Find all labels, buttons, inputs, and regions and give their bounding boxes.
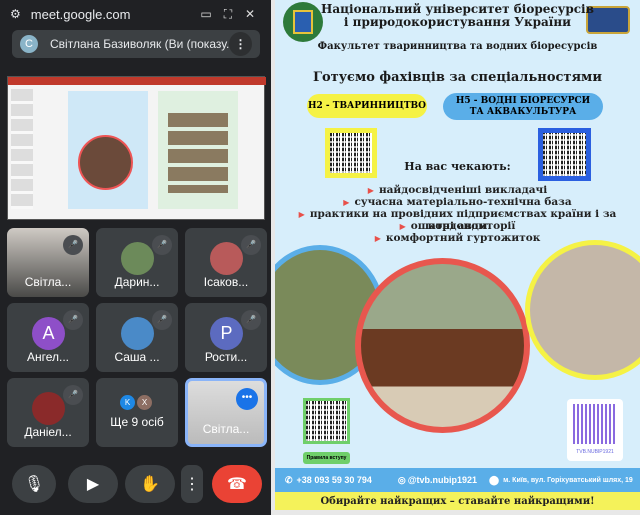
avatar: С bbox=[20, 35, 38, 53]
instagram-qr-card: TVB.NUBIP1921 bbox=[567, 399, 623, 461]
participant-avatar bbox=[121, 317, 154, 350]
presenter-bar[interactable]: С Світлана Базиволяк (Ви (показу... ⋮ bbox=[12, 30, 260, 58]
participant-tile[interactable]: 🎤 Дарин... bbox=[96, 228, 178, 297]
bullet-text: сучасна матеріально-технічна база bbox=[354, 196, 572, 208]
participant-name: Даніел... bbox=[24, 425, 72, 439]
slogan: Обирайте найкращих – ставайте найкращими… bbox=[275, 492, 640, 510]
mic-off-icon: 🎤 bbox=[152, 310, 172, 330]
participant-name: Світла... bbox=[24, 275, 72, 289]
microphone-button[interactable]: 🎙 bbox=[12, 465, 56, 503]
participant-name: Світла... bbox=[202, 422, 250, 436]
location-pin-icon: ⬤ bbox=[489, 474, 500, 485]
participant-avatar bbox=[32, 392, 65, 425]
bullet-item: ▶ ошатні авдиторії bbox=[399, 220, 516, 232]
participant-tile[interactable]: P 🎤 Рости... bbox=[185, 303, 267, 372]
video-camera-icon: ▶ bbox=[86, 476, 100, 493]
bullet-text: комфортний гуртожиток bbox=[385, 232, 541, 244]
shared-screen bbox=[7, 76, 266, 220]
participant-avatar: A bbox=[32, 317, 65, 350]
site-settings-icon[interactable]: ⚙ bbox=[10, 7, 21, 21]
participant-name: Рости... bbox=[204, 350, 248, 364]
instagram-qr-label: TVB.NUBIP1921 bbox=[576, 449, 614, 455]
mic-off-icon: 🎤 bbox=[241, 235, 261, 255]
raise-hand-button[interactable]: ✋ bbox=[125, 465, 175, 503]
qr-code-h5 bbox=[538, 128, 591, 181]
hang-up-icon: ☎ bbox=[227, 476, 247, 493]
shared-poster: Національний університет біоресурсів і пр… bbox=[275, 0, 640, 510]
contact-bar: ✆ +38 093 59 30 794 ◎ @tvb.nubip1921 ⬤ м. К… bbox=[275, 468, 640, 492]
bullet-text: ошатні авдиторії bbox=[410, 220, 516, 232]
mic-off-icon: 🎤 bbox=[63, 235, 83, 255]
participant-tile[interactable]: 🎤 Ісаков... bbox=[185, 228, 267, 297]
qr-code-rules bbox=[303, 398, 350, 444]
more-options-icon[interactable]: ••• bbox=[236, 388, 258, 410]
more-vert-icon: ⋮ bbox=[184, 476, 200, 493]
more-options-button[interactable]: ⋮ bbox=[181, 465, 203, 503]
instagram-handle: @tvb.nubip1921 bbox=[407, 475, 478, 485]
participant-avatar: X bbox=[137, 395, 152, 410]
lab-photo bbox=[525, 240, 640, 380]
mic-off-icon: 🎤 bbox=[63, 385, 83, 405]
close-icon[interactable]: ✕ bbox=[239, 7, 261, 21]
instagram-icon: ◎ bbox=[397, 474, 406, 485]
presenter-label: Світлана Базиволяк (Ви (показу... bbox=[50, 37, 229, 51]
bullet-item: ▶ сучасна матеріально-технічна база bbox=[343, 196, 572, 208]
participant-name: Ще 9 осіб bbox=[110, 415, 164, 429]
participant-tile[interactable]: 🎤 Саша ... bbox=[96, 303, 178, 372]
camera-button[interactable]: ▶ bbox=[68, 465, 118, 503]
phone-icon: ✆ bbox=[285, 474, 293, 485]
participant-tile[interactable]: ••• Світла... bbox=[185, 378, 267, 447]
participant-avatar bbox=[121, 242, 154, 275]
mic-off-icon: 🎤 bbox=[241, 310, 261, 330]
meet-panel: ⚙ meet.google.com ▭ ⛶ ✕ С Світлана Базив… bbox=[0, 0, 271, 515]
university-title: Національний університет біоресурсів і пр… bbox=[275, 3, 640, 29]
participant-name: Ісаков... bbox=[203, 275, 249, 289]
participant-avatar: K bbox=[120, 395, 135, 410]
participant-avatar bbox=[210, 242, 243, 275]
bullet-item: ▶ найдосвідченіші викладачі bbox=[367, 184, 548, 196]
pip-icon[interactable]: ⛶ bbox=[217, 7, 239, 22]
participant-tile[interactable]: 🎤 Світла... bbox=[7, 228, 89, 297]
participant-tile[interactable]: A 🎤 Ангел... bbox=[7, 303, 89, 372]
participant-tile[interactable]: 🎤 Даніел... bbox=[7, 378, 89, 447]
leave-call-button[interactable]: ☎ bbox=[212, 465, 262, 503]
rules-label: Правила вступу bbox=[303, 452, 350, 464]
mic-off-icon: 🎤 bbox=[63, 310, 83, 330]
camera-icon[interactable]: ▭ bbox=[195, 7, 217, 21]
spec-h2: Н2 - ТВАРИННИЦТВО bbox=[307, 94, 427, 118]
participant-name: Саша ... bbox=[114, 350, 160, 364]
bullet-text: найдосвідченіші викладачі bbox=[378, 184, 548, 196]
equestrian-photo bbox=[355, 258, 530, 433]
url-label: meet.google.com bbox=[30, 6, 131, 22]
participant-name: Ангел... bbox=[26, 350, 70, 364]
participant-name: Дарин... bbox=[114, 275, 160, 289]
address: м. Київ, вул. Горіхуватський шлях, 19 bbox=[503, 476, 633, 484]
window-header: ⚙ meet.google.com ▭ ⛶ ✕ bbox=[0, 0, 271, 28]
spec-h5: Н5 - ВОДНІ БІОРЕСУРСИ ТА АКВАКУЛЬТУРА bbox=[443, 93, 603, 120]
faculty-name: Факультет тваринництва та водних біоресу… bbox=[317, 41, 598, 52]
microphone-icon: 🎙 bbox=[23, 476, 45, 493]
participant-avatar: P bbox=[210, 317, 243, 350]
await-heading: На вас чекають: bbox=[404, 160, 511, 173]
phone-number: +38 093 59 30 794 bbox=[296, 475, 372, 485]
title-line: і природокористування України bbox=[343, 15, 572, 29]
participant-tile[interactable]: K X Ще 9 осіб bbox=[96, 378, 178, 447]
hand-icon: ✋ bbox=[140, 476, 160, 493]
mic-off-icon: 🎤 bbox=[152, 235, 172, 255]
more-options-icon[interactable]: ⋮ bbox=[228, 32, 252, 56]
headline: Готуємо фахівців за спеціальностями bbox=[313, 70, 602, 85]
